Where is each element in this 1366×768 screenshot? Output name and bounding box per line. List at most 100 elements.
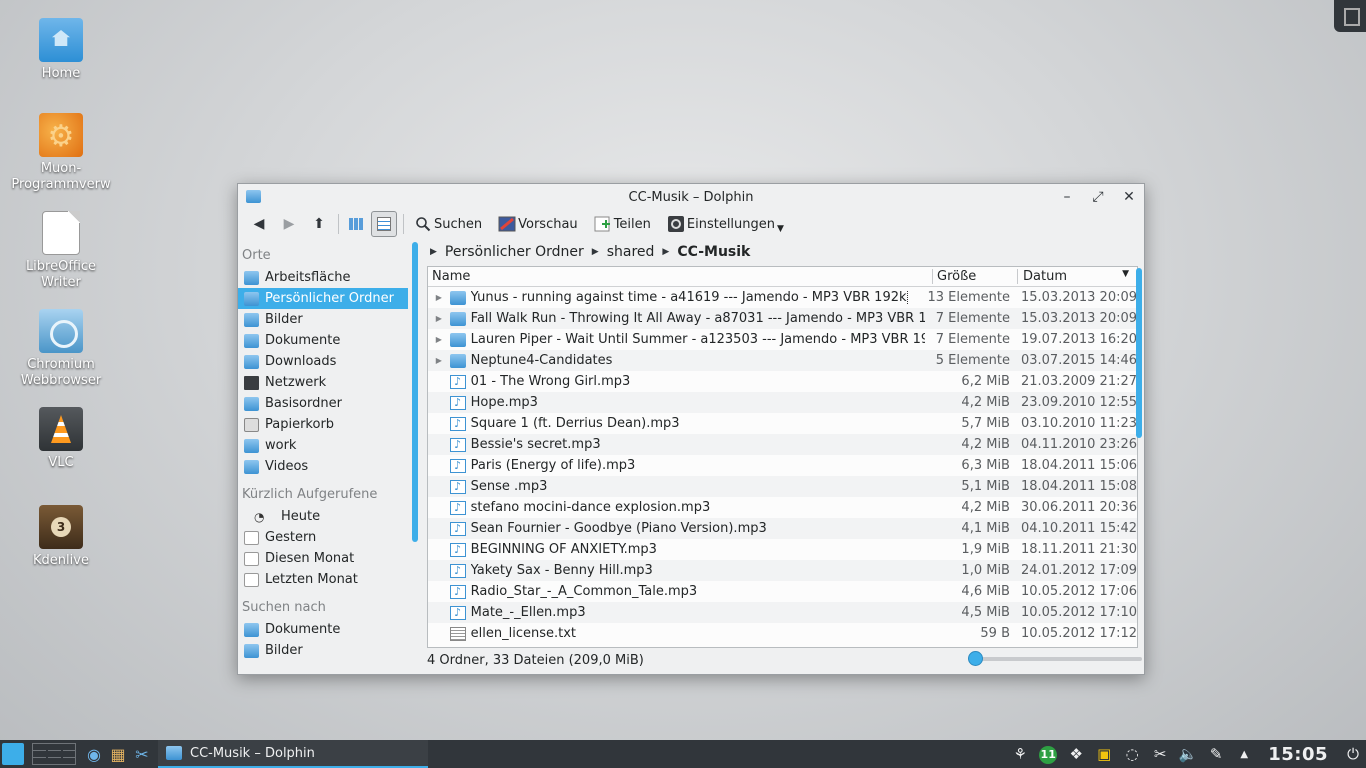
folder-icon [449,290,466,305]
network-icon[interactable]: ✎ [1202,745,1230,763]
search-button[interactable]: Suchen [408,211,486,237]
volume-icon[interactable]: 🔈 [1174,745,1202,763]
file-row[interactable]: ♪ Bessie's secret.mp3 4,2 MiB 04.11.2010 23… [428,434,1137,455]
share-button[interactable]: Teilen [588,211,655,237]
expand-arrow-icon[interactable]: ▶ [428,356,450,365]
column-header-name[interactable]: Name [428,269,933,284]
sidebar-item-desktop[interactable]: Arbeitsfläche [238,267,408,288]
settings-taskbar-icon[interactable]: ✂ [130,743,154,765]
column-header-date[interactable]: Datum ▼ [1018,269,1137,284]
desktop-icon-muon[interactable]: Muon- Programmverw [11,113,111,193]
file-size: 5,7 MiB [961,416,1010,431]
task-dolphin[interactable]: CC-Musik – Dolphin [158,740,428,768]
back-button[interactable]: ◀ [244,211,274,237]
sidebar-item-today[interactable]: ◔ Heute [238,506,408,527]
clock[interactable]: 15:05 [1268,744,1328,765]
maximize-button[interactable]: ⤢ [1087,186,1109,208]
sidebar-item-root[interactable]: Basisordner [238,393,408,414]
file-row[interactable]: ♪ Square 1 (ft. Derrius Dean).mp3 5,7 MiB 0… [428,413,1137,434]
minimize-button[interactable]: – [1056,186,1078,208]
sidebar-item-yesterday[interactable]: Gestern [238,527,408,548]
file-row[interactable]: ♪ Yakety Sax - Benny Hill.mp3 1,0 MiB 24.01… [428,560,1137,581]
file-size: 1,9 MiB [961,542,1010,557]
sidebar-item-trash[interactable]: Papierkorb [238,414,408,435]
application-launcher-icon[interactable] [2,743,24,765]
expand-arrow-icon[interactable]: ▶ [428,335,450,344]
file-date: 18.04.2011 15:08 [1020,479,1138,494]
icon-view-button[interactable] [343,211,369,237]
breadcrumb-item[interactable]: shared [607,244,655,260]
search-label: Suchen [434,216,483,232]
sidebar-item-search-pictures[interactable]: Bilder [238,640,408,661]
desktop-toolbox-button[interactable] [1334,0,1366,32]
zoom-slider-track[interactable] [970,657,1142,661]
sidebar-item-last-month[interactable]: Letzten Monat [238,569,408,590]
file-row[interactable]: ♪ Hope.mp3 4,2 MiB 23.09.2010 12:55 [428,392,1137,413]
file-size: 5 Elemente [935,353,1010,368]
breadcrumb-current[interactable]: CC-Musik [677,244,750,260]
file-row[interactable]: ellen_license.txt 59 B 10.05.2012 17:12 [428,623,1137,644]
kde-connect-icon[interactable]: ⚘ [1006,745,1034,763]
desktop-icon-libreoffice-writer[interactable]: LibreOffice Writer [11,211,111,291]
documents-folder-icon [244,622,259,637]
file-row[interactable]: ♪ 01 - The Wrong Girl.mp3 6,2 MiB 21.03.200… [428,371,1137,392]
expand-tray-icon[interactable]: ▲ [1230,749,1258,760]
sidebar-item-home[interactable]: Persönlicher Ordner [238,288,408,309]
file-row[interactable]: ♪ stefano mocini-dance explosion.mp3 4,2 M… [428,497,1137,518]
file-row[interactable]: ▶ Fall Walk Run - Throwing It All Away - … [428,308,1137,329]
preview-button[interactable]: Vorschau [492,211,582,237]
file-row[interactable]: ♪ Sense .mp3 5,1 MiB 18.04.2011 15:08 [428,476,1137,497]
file-rows: ▶ Yunus - running against time - a41619 -… [428,287,1137,644]
file-row[interactable]: ♪ Paris (Energy of life).mp3 6,3 MiB 18.04.… [428,455,1137,476]
zoom-slider-handle[interactable] [968,651,983,666]
power-icon[interactable]: ⏻ [1340,745,1366,763]
sidebar-item-this-month[interactable]: Diesen Monat [238,548,408,569]
file-row[interactable]: ♪ BEGINNING OF ANXIETY.mp3 1,9 MiB 18.11.20… [428,539,1137,560]
virtual-desktop-pager[interactable] [32,743,76,765]
preview-icon [496,213,518,235]
sidebar-scrollbar[interactable] [412,242,418,542]
sidebar-item-label: Dokumente [265,622,341,637]
sidebar-item-downloads[interactable]: Downloads [238,351,408,372]
folder-app-icon[interactable] [246,190,261,203]
desktop-icon-home[interactable]: Home [11,18,111,82]
expand-arrow-icon[interactable]: ▶ [428,293,450,302]
file-row[interactable]: ♪ Mate_-_Ellen.mp3 4,5 MiB 10.05.2012 17:10 [428,602,1137,623]
forward-button[interactable]: ▶ [274,211,304,237]
muon-taskbar-icon[interactable]: ▦ [106,743,130,765]
titlebar[interactable]: CC-Musik – Dolphin – ⤢ ✕ [238,184,1144,210]
notifications-icon[interactable]: ◌ [1118,745,1146,763]
desktop-icon-kdenlive[interactable]: Kdenlive [11,505,111,569]
forward-arrow-icon: ▶ [283,216,295,232]
sidebar-item-work[interactable]: work [238,435,408,456]
file-row[interactable]: ▶ Yunus - running against time - a41619 -… [428,287,1137,308]
file-row[interactable]: ♪ Sean Fournier - Goodbye (Piano Version)… [428,518,1137,539]
chromium-taskbar-icon[interactable]: ◉ [82,743,106,765]
breadcrumb-item[interactable]: Persönlicher Ordner [445,244,584,260]
network-manager-icon[interactable]: ▣ [1090,745,1118,763]
settings-button[interactable]: Einstellungen ▼ [661,211,788,237]
sidebar-item-documents[interactable]: Dokumente [238,330,408,351]
file-row[interactable]: ▶ Lauren Piper - Wait Until Summer - a123… [428,329,1137,350]
file-name: BEGINNING OF ANXIETY.mp3 [471,542,926,557]
sidebar-item-videos[interactable]: Videos [238,456,408,477]
desktop-icon-chromium[interactable]: Chromium Webbrowser [11,309,111,389]
sidebar-item-pictures[interactable]: Bilder [238,309,408,330]
column-header-size[interactable]: Größe [933,269,1018,284]
sidebar-item-search-documents[interactable]: Dokumente [238,619,408,640]
file-row[interactable]: ▶ Neptune4-Candidates 5 Elemente 03.07.2015… [428,350,1137,371]
file-list-scrollbar[interactable] [1136,268,1142,438]
expand-arrow-icon[interactable]: ▶ [428,314,450,323]
sidebar-item-network[interactable]: Netzwerk [238,372,408,393]
close-button[interactable]: ✕ [1118,186,1140,208]
toolbar: ◀ ▶ ⬆ Suchen Vorschau Teilen Einstellung… [238,210,1144,238]
sidebar-item-label: Videos [265,459,309,474]
updates-icon[interactable]: 11 [1034,744,1062,764]
details-view-button[interactable] [371,211,397,237]
clipboard-icon[interactable]: ✂ [1146,745,1174,763]
dropbox-icon[interactable]: ❖ [1062,745,1090,763]
desktop-icon-vlc[interactable]: VLC [11,407,111,471]
file-name-text: Hope.mp3 [470,395,538,410]
up-button[interactable]: ⬆ [304,211,334,237]
file-row[interactable]: ♪ Radio_Star_-_A_Common_Tale.mp3 4,6 MiB 10… [428,581,1137,602]
